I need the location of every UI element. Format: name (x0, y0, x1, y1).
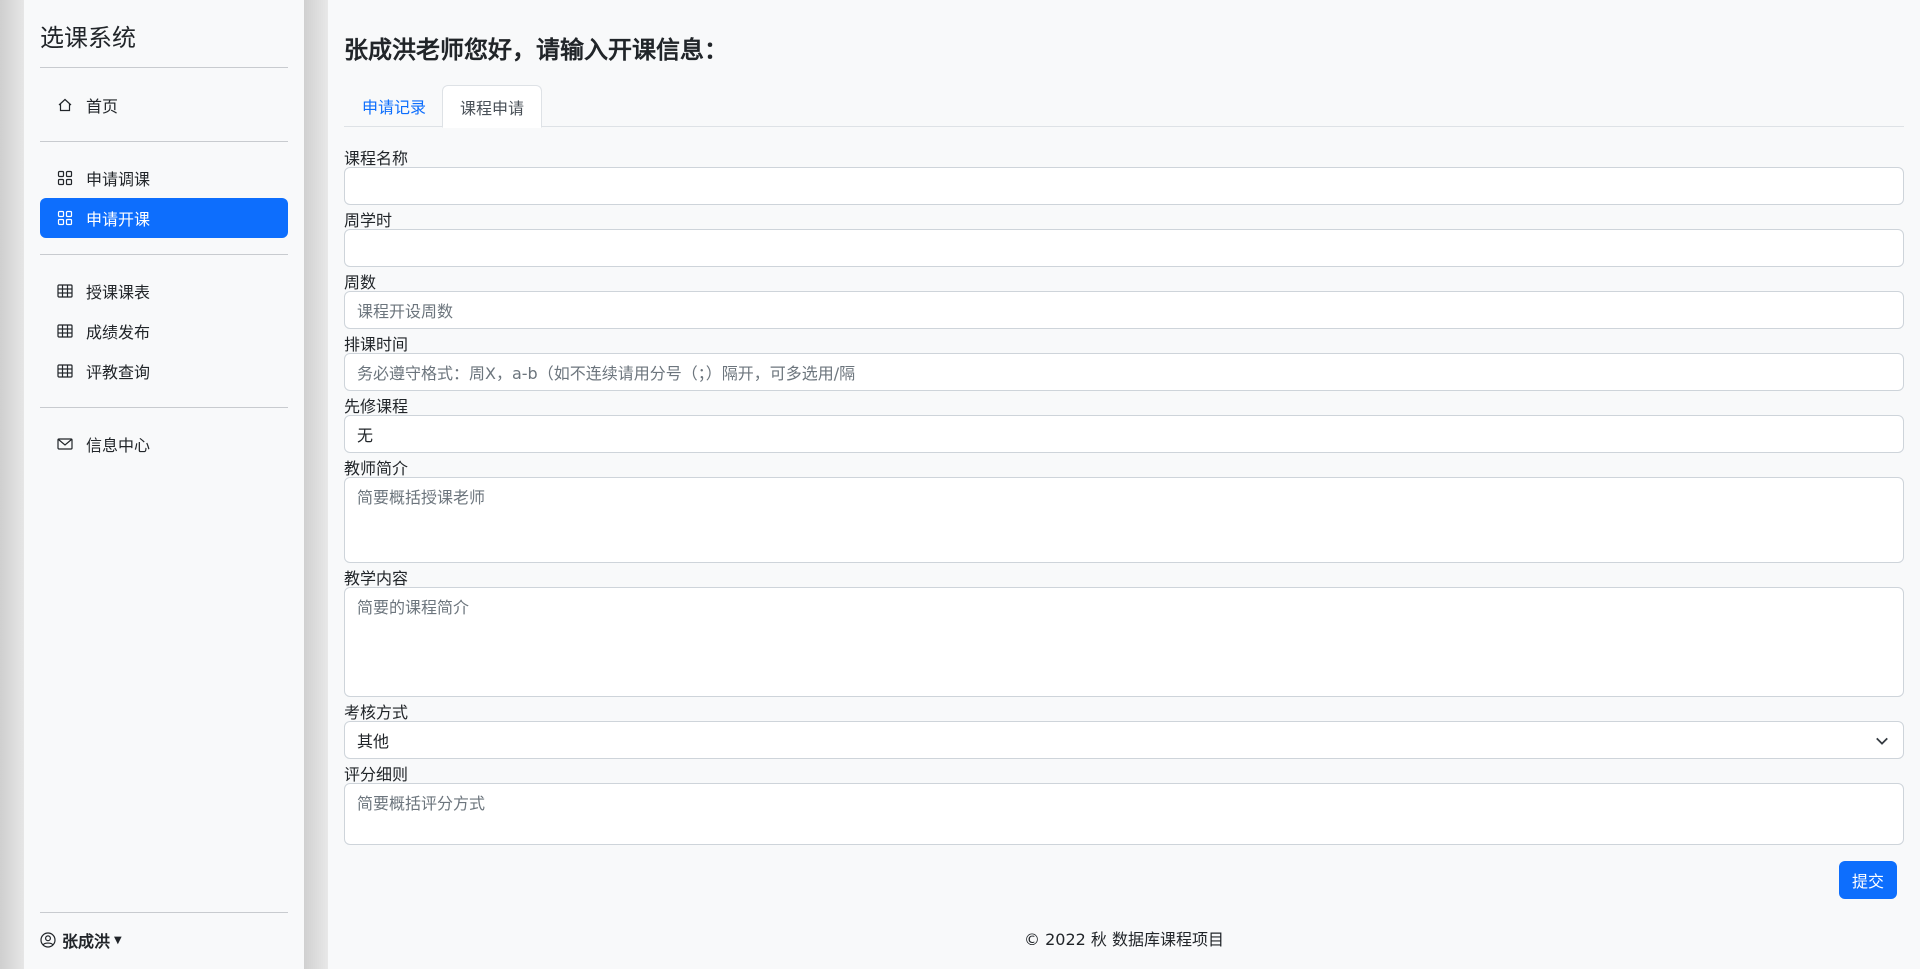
sidebar-item-label: 首页 (86, 97, 119, 116)
sidebar-divider (40, 407, 288, 408)
table-icon (56, 362, 74, 380)
weekly-hours-label: 周学时 (344, 211, 393, 230)
schedule-textarea[interactable] (344, 353, 1904, 391)
user-menu[interactable]: 张成洪 ▼ (40, 928, 122, 952)
sidebar-item-label: 信息中心 (86, 436, 151, 455)
envelope-icon (56, 435, 74, 453)
sidebar-divider (40, 67, 288, 68)
submit-button[interactable]: 提交 (1839, 861, 1897, 899)
prerequisite-input[interactable] (344, 415, 1904, 453)
content-textarea[interactable] (344, 587, 1904, 697)
weekly-hours-input[interactable] (344, 229, 1904, 267)
sidebar-item-label: 申请开课 (86, 210, 151, 229)
brand-title: 选课系统 (40, 24, 136, 52)
weeks-textarea[interactable] (344, 291, 1904, 329)
sidebar-divider (40, 254, 288, 255)
sidebar-item-evaluation-query[interactable]: 评教查询 (40, 351, 288, 391)
tab-application-records[interactable]: 申请记录 (344, 85, 444, 127)
grid-icon (56, 209, 74, 227)
table-icon (56, 322, 74, 340)
teacher-intro-textarea[interactable] (344, 477, 1904, 563)
tab-bar: 申请记录 课程申请 (344, 85, 1904, 128)
sidebar-item-home[interactable]: 首页 (40, 85, 288, 125)
grading-label: 评分细则 (344, 765, 409, 784)
sidebar-item-label: 评教查询 (86, 363, 151, 382)
assessment-label: 考核方式 (344, 703, 409, 722)
sidebar-item-label: 申请调课 (86, 170, 151, 189)
grid-icon (56, 169, 74, 187)
tab-course-application[interactable]: 课程申请 (442, 85, 543, 128)
house-icon (56, 96, 74, 114)
sidebar-item-open-course[interactable]: 申请开课 (40, 198, 288, 238)
main-content: 张成洪老师您好，请输入开课信息： 申请记录 课程申请 课程名称 周学时 周数 排… (328, 0, 1920, 969)
user-name: 张成洪 (62, 932, 111, 951)
weeks-label: 周数 (344, 273, 377, 292)
page-title: 张成洪老师您好，请输入开课信息： (344, 36, 728, 64)
sidebar-item-grade-release[interactable]: 成绩发布 (40, 311, 288, 351)
grading-textarea[interactable] (344, 783, 1904, 845)
sidebar-item-label: 成绩发布 (86, 323, 151, 342)
chevron-down-icon (1875, 733, 1889, 752)
teacher-intro-label: 教师简介 (344, 459, 409, 478)
table-icon (56, 282, 74, 300)
left-gutter (0, 0, 24, 969)
sidebar-gutter (304, 0, 328, 969)
course-name-label: 课程名称 (344, 149, 409, 168)
assessment-select[interactable]: 其他 (344, 721, 1904, 759)
sidebar-item-message-center[interactable]: 信息中心 (40, 424, 288, 464)
caret-down-icon: ▼ (114, 934, 122, 946)
schedule-label: 排课时间 (344, 335, 409, 354)
sidebar-item-teaching-schedule[interactable]: 授课课表 (40, 271, 288, 311)
assessment-selected-value: 其他 (357, 732, 390, 751)
sidebar: 选课系统 首页 申请调课 申请开课 授课课表 成绩发布 评教查询 信息中心 张成… (24, 0, 304, 969)
footer-text: © 2022 秋 数据库课程项目 (1024, 930, 1224, 949)
sidebar-item-adjust-course[interactable]: 申请调课 (40, 158, 288, 198)
sidebar-item-label: 授课课表 (86, 283, 151, 302)
course-name-input[interactable] (344, 167, 1904, 205)
person-circle-icon (40, 932, 56, 948)
prerequisite-label: 先修课程 (344, 397, 409, 416)
sidebar-divider (40, 912, 288, 913)
content-label: 教学内容 (344, 569, 409, 588)
sidebar-divider (40, 141, 288, 142)
